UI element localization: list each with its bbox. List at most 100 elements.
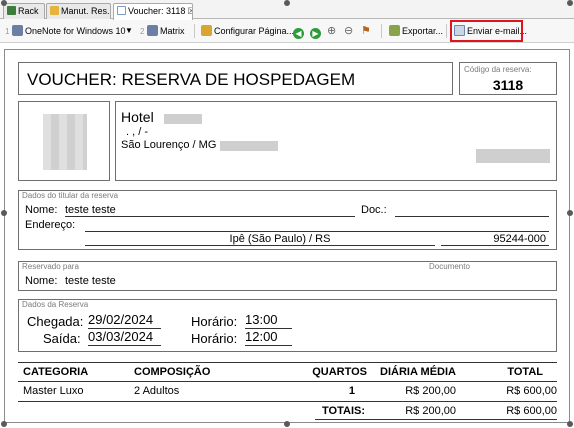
printer-icon (11, 25, 23, 36)
document-legend: Documento (429, 262, 470, 271)
resize-handle[interactable] (284, 0, 290, 6)
tab-voucher[interactable]: Voucher: 3118☒ (113, 3, 193, 20)
row-daily: R$ 200,00 (405, 385, 456, 397)
reserved-for-section: Reservado para Documento Nome: teste tes… (18, 261, 557, 291)
zoom-in-icon[interactable]: ⊕ (327, 23, 336, 39)
holder-address (85, 219, 549, 232)
totals-total: R$ 600,00 (506, 405, 557, 417)
col-composition-header: COMPOSIÇÃO (134, 366, 211, 378)
holder-name: teste teste (65, 204, 355, 217)
export-button[interactable]: Exportar... (389, 23, 443, 39)
hotel-logo-image (43, 114, 87, 170)
col-rooms-header: QUARTOS (312, 366, 367, 378)
holder-zip: 95244-000 (441, 233, 549, 246)
arrival-time-label: Horário: (191, 314, 238, 329)
departure-label: Saída: (43, 331, 81, 346)
holder-address-label: Endereço: (25, 219, 76, 231)
hotel-logo-box (18, 101, 110, 181)
rack-icon (7, 6, 16, 15)
folder-icon (50, 6, 59, 15)
holder-doc-label: Doc.: (361, 204, 387, 216)
toolbar-separator (381, 24, 382, 38)
hotel-info-box: Hotel . , / - São Lourenço / MG (115, 101, 557, 181)
toolbar-separator (446, 24, 447, 38)
title-box: VOUCHER: RESERVA DE HOSPEDAGEM (18, 62, 453, 95)
arrival-date: 29/02/2024 (88, 313, 161, 329)
hotel-city: São Lourenço / MG (121, 139, 217, 151)
zoom-out-icon[interactable]: ⊖ (344, 23, 353, 39)
paper-selector[interactable]: 2 Matrix (140, 23, 184, 39)
col-category-header: CATEGORIA (23, 366, 89, 378)
departure-date: 03/03/2024 (88, 330, 161, 346)
export-icon (389, 25, 400, 36)
reservation-code: 3118 (492, 77, 524, 93)
reservation-code-box: Código da reserva: 3118 (459, 62, 557, 95)
previous-page-button[interactable]: ◀ (293, 23, 304, 39)
hotel-address: . , / - (126, 126, 148, 138)
totals-daily: R$ 200,00 (405, 405, 456, 417)
row-composition: 2 Adultos (134, 385, 180, 397)
step-number: 1 (5, 27, 10, 36)
departure-time: 12:00 (245, 330, 292, 346)
arrow-left-icon: ◀ (293, 28, 304, 39)
table-top-rule (18, 362, 557, 363)
document-icon (117, 6, 126, 15)
arrival-label: Chegada: (27, 314, 84, 329)
paper-name: Matrix (159, 26, 185, 36)
tab-label: Rack (18, 6, 39, 16)
resize-handle[interactable] (567, 210, 573, 216)
row-rooms: 1 (348, 385, 355, 397)
printer-selector[interactable]: 1 OneNote for Windows 10 (5, 23, 126, 39)
resize-handle[interactable] (567, 421, 573, 427)
totals-label: TOTAIS: (322, 405, 365, 417)
guest-name-label: Nome: (25, 275, 58, 287)
export-label: Exportar... (402, 26, 444, 36)
hotel-name: Hotel (121, 109, 154, 125)
hotel-contact-redacted (476, 149, 550, 163)
tab-label: Voucher: 3118 (128, 6, 186, 16)
hotel-name-redacted (164, 114, 202, 124)
step-number: 2 (140, 27, 145, 36)
reserved-for-legend: Reservado para (22, 262, 79, 271)
resize-handle[interactable] (567, 0, 573, 6)
hotel-phone-redacted (220, 141, 278, 151)
tab-label: Manut. Res. (61, 6, 110, 16)
printer-icon (146, 25, 158, 36)
reservation-code-legend: Código da reserva: (464, 65, 532, 74)
holder-legend: Dados do titular da reserva (22, 191, 119, 200)
arrival-time: 13:00 (245, 313, 292, 329)
tab-manut-res[interactable]: Manut. Res. (46, 3, 111, 19)
toolbar-separator (194, 24, 195, 38)
next-page-button[interactable]: ▶ (310, 23, 321, 39)
holder-city: Ipê (São Paulo) / RS (85, 233, 435, 246)
departure-time-label: Horário: (191, 331, 238, 346)
page-title: VOUCHER: RESERVA DE HOSPEDAGEM (27, 70, 356, 89)
resize-handle[interactable] (1, 421, 7, 427)
totals-rule (315, 419, 557, 420)
email-button-highlight (450, 20, 523, 42)
arrow-right-icon: ▶ (310, 28, 321, 39)
col-daily-header: DIÁRIA MÉDIA (380, 366, 456, 378)
stay-legend: Dados da Reserva (22, 300, 89, 309)
page-setup-button[interactable]: Configurar Página... (201, 23, 294, 39)
table-row-rule (18, 401, 557, 402)
printer-dropdown-arrow-icon[interactable]: ▼ (125, 23, 133, 39)
resize-handle[interactable] (1, 210, 7, 216)
resize-handle[interactable] (284, 421, 290, 427)
row-category: Master Luxo (23, 385, 84, 397)
guest-name: teste teste (65, 275, 116, 287)
resize-handle[interactable] (1, 0, 7, 6)
holder-name-label: Nome: (25, 204, 58, 216)
report-page: VOUCHER: RESERVA DE HOSPEDAGEM Código da… (4, 49, 570, 423)
row-total: R$ 600,00 (506, 385, 557, 397)
printer-name: OneNote for Windows 10 (24, 26, 126, 36)
table-header-rule (18, 381, 557, 382)
page-setup-icon (201, 25, 212, 36)
holder-doc (395, 204, 549, 217)
col-total-header: TOTAL (507, 366, 543, 378)
flag-icon[interactable]: ⚑ (361, 23, 371, 39)
close-tab-icon[interactable]: ☒ (187, 6, 192, 16)
tab-rack[interactable]: Rack (3, 3, 45, 19)
stay-section: Dados da Reserva Chegada: 29/02/2024 Hor… (18, 299, 557, 352)
holder-section: Dados do titular da reserva Nome: teste … (18, 190, 557, 250)
